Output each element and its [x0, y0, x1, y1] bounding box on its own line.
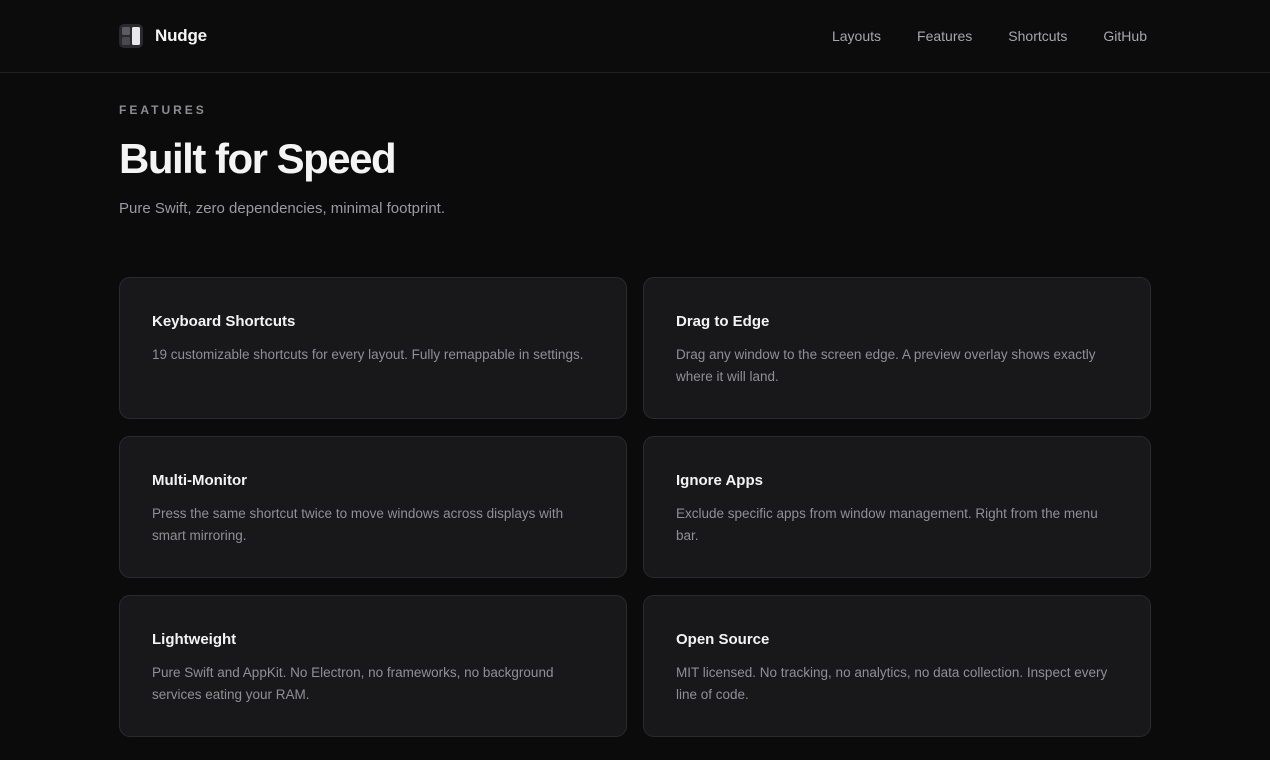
- feature-title: Open Source: [676, 631, 770, 648]
- window-grid-logo-icon: [119, 24, 143, 48]
- brand-name: Nudge: [155, 26, 207, 45]
- feature-description: Drag any window to the screen edge. A pr…: [676, 347, 1096, 384]
- page-subtitle: Pure Swift, zero dependencies, minimal f…: [119, 200, 445, 217]
- feature-card-keyboard-shortcuts: Keyboard Shortcuts 19 customizable short…: [119, 277, 627, 419]
- page-title: Built for Speed: [119, 135, 397, 182]
- nav-link-shortcuts[interactable]: Shortcuts: [1008, 27, 1067, 45]
- feature-description: Pure Swift and AppKit. No Electron, no f…: [152, 665, 554, 702]
- feature-card-lightweight: Lightweight Pure Swift and AppKit. No El…: [119, 595, 627, 737]
- features-grid: Keyboard Shortcuts 19 customizable short…: [119, 277, 1151, 737]
- feature-description: 19 customizable shortcuts for every layo…: [152, 347, 584, 362]
- feature-description: MIT licensed. No tracking, no analytics,…: [676, 665, 1108, 702]
- main-nav: Layouts Features Shortcuts GitHub: [832, 27, 1147, 45]
- top-navigation-bar: Nudge Layouts Features Shortcuts GitHub: [0, 0, 1270, 73]
- feature-card-ignore-apps: Ignore Apps Exclude specific apps from w…: [643, 436, 1151, 578]
- feature-card-open-source: Open Source MIT licensed. No tracking, n…: [643, 595, 1151, 737]
- feature-title: Drag to Edge: [676, 313, 770, 330]
- feature-description: Press the same shortcut twice to move wi…: [152, 506, 564, 543]
- feature-title: Ignore Apps: [676, 472, 763, 489]
- section-eyebrow: FEATURES: [119, 103, 207, 117]
- feature-description: Exclude specific apps from window manage…: [676, 506, 1098, 543]
- feature-title: Lightweight: [152, 631, 237, 648]
- nav-link-github[interactable]: GitHub: [1103, 27, 1147, 45]
- feature-card-multi-monitor: Multi-Monitor Press the same shortcut tw…: [119, 436, 627, 578]
- nav-link-features[interactable]: Features: [917, 27, 972, 45]
- feature-title: Multi-Monitor: [152, 472, 247, 489]
- brand[interactable]: Nudge: [119, 24, 207, 48]
- nav-link-layouts[interactable]: Layouts: [832, 27, 881, 45]
- feature-title: Keyboard Shortcuts: [152, 313, 296, 330]
- feature-card-drag-to-edge: Drag to Edge Drag any window to the scre…: [643, 277, 1151, 419]
